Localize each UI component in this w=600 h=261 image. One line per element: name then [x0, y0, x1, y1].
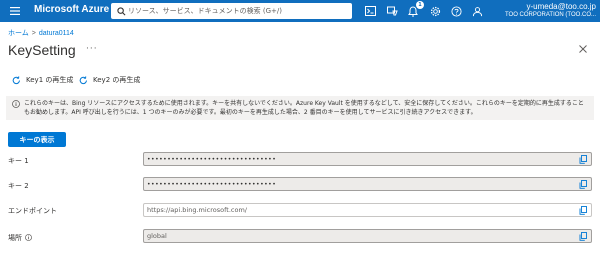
- regenerate-key1-label: Key1 の再生成: [26, 76, 74, 84]
- user-email: y-umeda@too.co.jp: [526, 2, 597, 11]
- feedback-icon[interactable]: [470, 4, 484, 18]
- key2-field[interactable]: ••••••••••••••••••••••••••••••••: [143, 177, 592, 191]
- key1-label-text: キー 1: [8, 157, 29, 165]
- top-bar: Microsoft Azure 1 y-umeda@too.co.jp TOO …: [0, 0, 600, 22]
- key2-label-text: キー 2: [8, 182, 29, 190]
- info-text: これらのキーは、Bing リソースにアクセスするために使用されます。キーを共有し…: [24, 100, 584, 116]
- directory-filter-icon[interactable]: [385, 4, 399, 18]
- page-title: KeySetting: [8, 42, 76, 58]
- key1-label: キー 1: [8, 156, 29, 166]
- cloud-shell-icon[interactable]: [363, 4, 377, 18]
- info-icon: [12, 100, 20, 108]
- notifications-bell-icon[interactable]: 1: [406, 1, 424, 18]
- refresh-icon: [79, 75, 88, 85]
- close-icon[interactable]: [577, 43, 589, 55]
- user-organization: TOO CORPORATION (TOO.CO...: [504, 12, 596, 18]
- breadcrumb: ホーム > datura0114: [8, 28, 74, 38]
- hamburger-menu-icon[interactable]: [8, 4, 22, 18]
- endpoint-value: https://api.bing.microsoft.com/: [147, 206, 247, 214]
- endpoint-field[interactable]: https://api.bing.microsoft.com/: [143, 203, 592, 217]
- more-options-button[interactable]: ···: [86, 44, 98, 54]
- notification-count-badge: 1: [416, 1, 424, 9]
- copy-icon[interactable]: [577, 178, 589, 190]
- copy-icon[interactable]: [577, 204, 589, 216]
- copy-icon[interactable]: [577, 230, 589, 242]
- endpoint-label: エンドポイント: [8, 206, 57, 216]
- breadcrumb-separator: >: [31, 29, 36, 37]
- regenerate-key2-button[interactable]: Key2 の再生成: [79, 75, 140, 85]
- key2-label: キー 2: [8, 181, 29, 191]
- key2-value: ••••••••••••••••••••••••••••••••: [147, 180, 277, 188]
- regenerate-key2-label: Key2 の再生成: [93, 76, 141, 84]
- info-banner: これらのキーは、Bing リソースにアクセスするために使用されます。キーを共有し…: [6, 96, 594, 120]
- account-menu[interactable]: y-umeda@too.co.jp TOO CORPORATION (TOO.C…: [505, 2, 596, 19]
- location-value: global: [147, 232, 167, 240]
- info-icon[interactable]: [25, 233, 32, 243]
- brand-title[interactable]: Microsoft Azure: [34, 4, 109, 15]
- key1-value: ••••••••••••••••••••••••••••••••: [147, 155, 277, 163]
- search-input[interactable]: [128, 4, 343, 18]
- copy-icon[interactable]: [577, 153, 589, 165]
- location-label: 場所: [8, 233, 32, 243]
- endpoint-label-text: エンドポイント: [8, 207, 57, 215]
- global-search[interactable]: [111, 3, 352, 19]
- show-keys-button[interactable]: キーの表示: [8, 132, 66, 147]
- help-icon[interactable]: [449, 4, 463, 18]
- settings-gear-icon[interactable]: [428, 4, 442, 18]
- breadcrumb-home[interactable]: ホーム: [8, 28, 29, 38]
- regenerate-key1-button[interactable]: Key1 の再生成: [12, 75, 73, 85]
- location-field[interactable]: global: [143, 229, 592, 243]
- key1-field[interactable]: ••••••••••••••••••••••••••••••••: [143, 152, 592, 166]
- breadcrumb-resource[interactable]: datura0114: [39, 30, 74, 37]
- search-icon: [114, 3, 128, 19]
- refresh-icon: [12, 75, 21, 85]
- location-label-text: 場所: [8, 234, 22, 242]
